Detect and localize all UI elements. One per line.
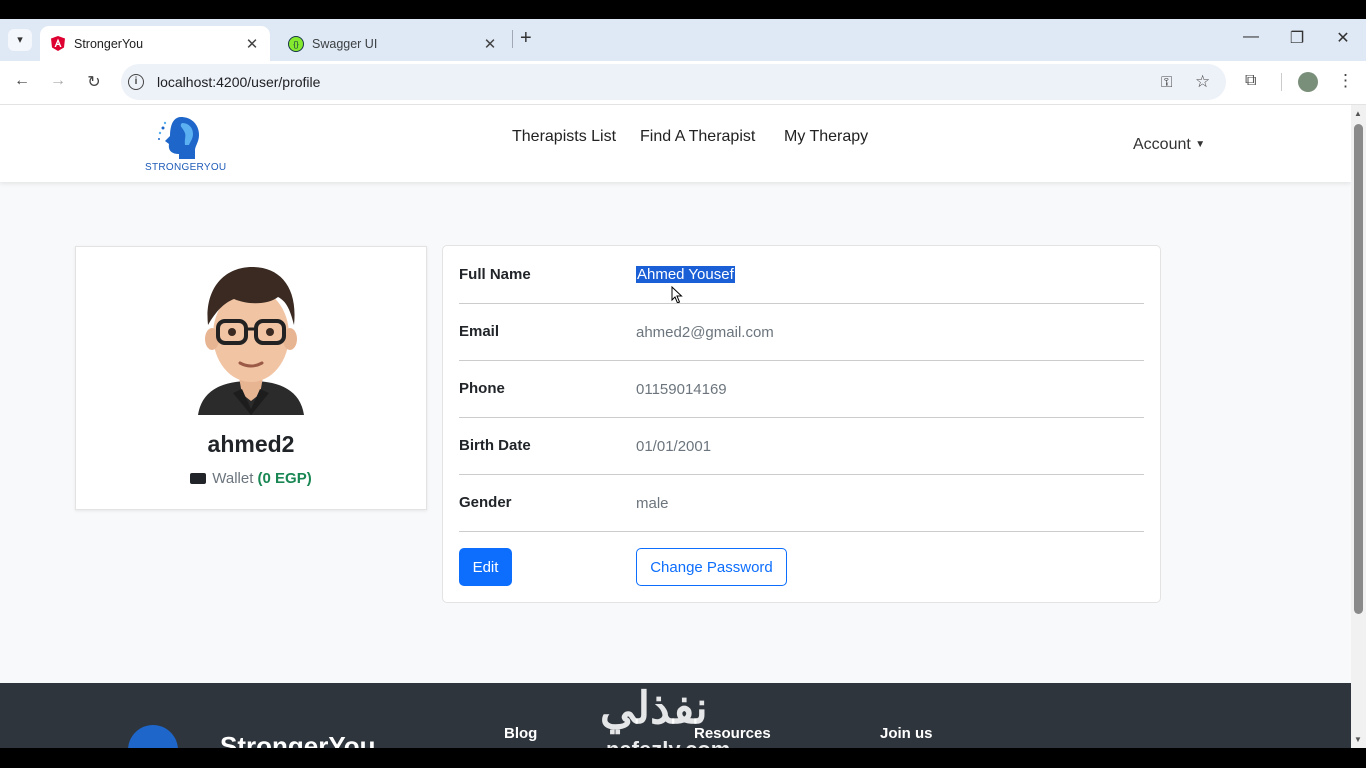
tab-search-icon[interactable]: ▾ — [8, 29, 32, 51]
divider — [459, 474, 1144, 475]
divider — [459, 360, 1144, 361]
logo-text: STRONGERYOU — [145, 162, 227, 173]
new-tab-button[interactable]: + — [520, 27, 532, 50]
web-page: STRONGERYOU Therapists List Find A Thera… — [0, 105, 1351, 748]
birth-date-label: Birth Date — [459, 437, 531, 454]
wallet-info: Wallet (0 EGP) — [76, 470, 426, 487]
footer-brand: StrongerYou — [220, 731, 376, 748]
site-header: STRONGERYOU Therapists List Find A Thera… — [0, 105, 1351, 182]
close-tab-icon[interactable]: ✕ — [244, 35, 260, 53]
scroll-up-icon[interactable]: ▲ — [1354, 109, 1362, 118]
email-label: Email — [459, 323, 500, 340]
site-info-icon[interactable]: i — [128, 74, 144, 90]
nav-find-a-therapist[interactable]: Find A Therapist — [640, 128, 755, 146]
email-value: ahmed2@gmail.com — [636, 324, 774, 341]
footer-blog[interactable]: Blog — [504, 725, 537, 742]
wallet-label: Wallet — [212, 470, 254, 487]
change-password-button[interactable]: Change Password — [636, 548, 787, 586]
forward-icon[interactable]: → — [46, 72, 70, 94]
gender-value: male — [636, 495, 669, 512]
svg-text:{}: {} — [293, 40, 299, 49]
tab-swagger[interactable]: {} Swagger UI ✕ — [278, 26, 508, 61]
restore-icon[interactable]: ❐ — [1282, 28, 1312, 48]
minimize-icon[interactable]: — — [1236, 28, 1266, 46]
wallet-amount: (0 EGP) — [257, 470, 312, 487]
divider — [459, 303, 1144, 304]
nav-therapists-list[interactable]: Therapists List — [512, 128, 616, 146]
divider — [459, 417, 1144, 418]
swagger-icon: {} — [288, 35, 304, 52]
angular-icon — [50, 36, 66, 52]
profile-card: ahmed2 Wallet (0 EGP) — [75, 246, 427, 510]
screen-top-bar — [0, 0, 1366, 19]
browser-menu-icon[interactable]: ⋮ — [1337, 71, 1354, 91]
profile-avatar-icon[interactable] — [1298, 72, 1318, 92]
back-icon[interactable]: ← — [10, 72, 34, 94]
url-text[interactable]: localhost:4200/user/profile — [157, 74, 320, 90]
full-name-label: Full Name — [459, 266, 531, 283]
account-label: Account — [1133, 136, 1191, 153]
mouse-cursor-icon — [671, 285, 683, 309]
close-tab-icon[interactable]: ✕ — [482, 35, 498, 53]
full-name-value[interactable]: Ahmed Yousef — [636, 266, 735, 283]
watermark-arabic: نفذلي — [600, 684, 708, 733]
tab-title: Swagger UI — [312, 36, 378, 51]
password-key-icon[interactable]: ⚿ — [1161, 74, 1172, 91]
profile-username: ahmed2 — [207, 431, 295, 457]
divider — [459, 531, 1144, 532]
account-dropdown[interactable]: Account ▼ — [1133, 136, 1205, 154]
strongeryou-logo[interactable] — [157, 114, 203, 167]
tab-title: StrongerYou — [74, 36, 144, 51]
reload-icon[interactable]: ↻ — [82, 72, 106, 94]
caret-down-icon: ▼ — [1195, 139, 1206, 150]
nav-my-therapy[interactable]: My Therapy — [784, 128, 868, 146]
footer-logo — [128, 725, 178, 748]
wallet-icon — [190, 473, 207, 484]
scrollbar-thumb[interactable] — [1354, 124, 1363, 614]
user-avatar — [194, 259, 309, 420]
tab-divider — [512, 30, 513, 48]
bookmark-star-icon[interactable]: ☆ — [1195, 72, 1210, 92]
scroll-down-icon[interactable]: ▼ — [1354, 735, 1362, 744]
watermark-url: nafezly.com — [606, 737, 730, 748]
phone-value: 01159014169 — [636, 381, 727, 398]
footer-join-us[interactable]: Join us — [880, 725, 933, 742]
extensions-icon[interactable]: ⧉ — [1245, 72, 1256, 90]
close-window-icon[interactable]: ✕ — [1328, 28, 1358, 48]
toolbar-divider — [1281, 73, 1282, 91]
profile-details-card: Full Name Ahmed Yousef Email ahmed2@gmai… — [442, 245, 1161, 603]
screen-bottom-bar — [0, 748, 1366, 768]
gender-label: Gender — [459, 494, 512, 511]
tab-strongeryou[interactable]: StrongerYou ✕ — [40, 26, 270, 61]
birth-date-value: 01/01/2001 — [636, 438, 712, 455]
phone-label: Phone — [459, 380, 505, 397]
edit-button[interactable]: Edit — [459, 548, 512, 586]
